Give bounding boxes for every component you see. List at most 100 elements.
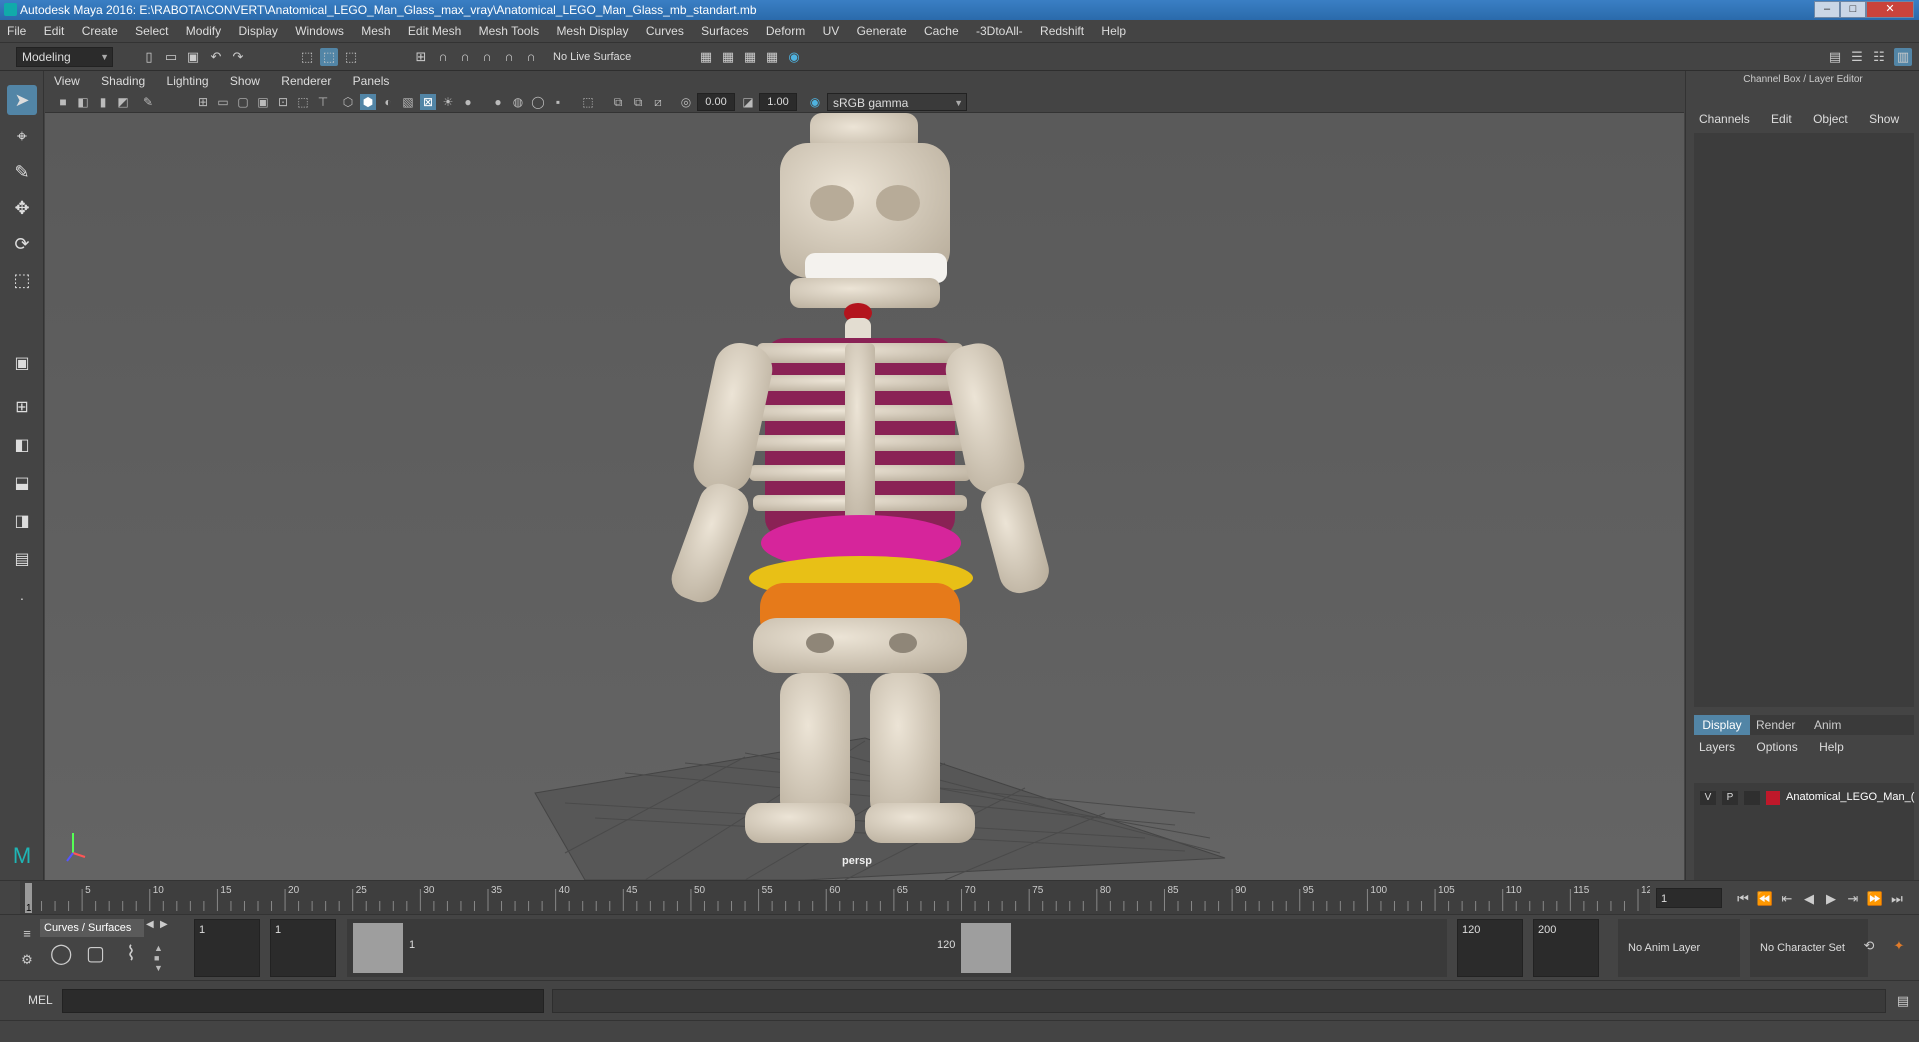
anim-prefs-icon[interactable]: ✦ [1890,937,1908,955]
persp-outliner-layout-icon[interactable]: ◨ [7,507,37,537]
paint-select-icon[interactable]: ✎ [7,157,37,187]
go-to-end-icon[interactable]: ⏭ [1888,890,1906,908]
menu-create[interactable]: Create [75,20,125,43]
menu-cache[interactable]: Cache [917,20,966,43]
animation-end-field[interactable]: 200 [1533,919,1599,977]
undo-icon[interactable]: ↶ [207,48,225,66]
time-slider[interactable]: 5 10 15 20 25 30 35 40 45 50 55 60 65 70 75 80 85 90 95 100… [0,880,1919,915]
range-start-handle[interactable] [353,923,403,973]
menu-modify[interactable]: Modify [179,20,228,43]
grid-toggle-icon[interactable]: ⊞ [195,94,211,110]
exposure-field[interactable]: 0.00 [697,93,735,111]
move-tool-icon[interactable]: ✥ [7,193,37,223]
shadows-icon[interactable]: ● [460,94,476,110]
redo-icon[interactable]: ↷ [229,48,247,66]
xray-icon[interactable]: ⊠ [420,94,436,110]
motion-blur-icon[interactable]: ◍ [510,94,526,110]
auto-key-icon[interactable]: ⟲ [1860,937,1878,955]
menu-surfaces[interactable]: Surfaces [694,20,755,43]
layer-row[interactable]: V P Anatomical_LEGO_Man_( [1694,789,1914,807]
camera-attributes-icon[interactable]: ◧ [75,94,91,110]
shelf-tab-prev-icon[interactable]: ◀ [146,919,154,930]
layer-playback-toggle[interactable]: P [1722,791,1738,805]
step-forward-frame-icon[interactable]: ⇥ [1844,890,1862,908]
isolate-select-icon[interactable]: ⬚ [580,94,596,110]
script-editor-icon[interactable]: ▤ [1894,992,1912,1010]
command-input[interactable] [62,989,544,1013]
persp-hypershade-layout-icon[interactable]: ▤ [7,545,37,575]
outliner-layout-icon[interactable]: · [7,583,37,613]
layer-visibility-toggle[interactable]: V [1700,791,1716,805]
mode-dropdown[interactable]: Modeling ▼ [16,47,113,67]
textured-icon[interactable]: ▧ [400,94,416,110]
range-end-handle[interactable] [961,923,1011,973]
resolution-gate-icon[interactable]: ▢ [235,94,251,110]
color-space-dropdown[interactable]: sRGB gamma ▼ [827,93,967,111]
display-tab[interactable]: Display [1694,715,1750,735]
play-forwards-icon[interactable]: ▶ [1822,890,1840,908]
menu-curves[interactable]: Curves [639,20,691,43]
open-scene-icon[interactable]: ▭ [162,48,180,66]
character-set-dropdown[interactable]: No Character Set [1750,919,1868,977]
options-menu[interactable]: Options [1747,739,1806,755]
side-by-side-layout-icon[interactable]: ◧ [7,431,37,461]
vp-menu-show[interactable]: Show [221,71,269,91]
color-management-icon[interactable]: ◉ [807,94,823,110]
snap-point-icon[interactable]: ∩ [456,48,474,66]
menu-display[interactable]: Display [231,20,284,43]
range-slider-track[interactable]: 1 120 [347,919,1447,977]
menu-edit-mesh[interactable]: Edit Mesh [401,20,468,43]
anim-layer-dropdown[interactable]: No Anim Layer [1618,919,1740,977]
current-frame-field[interactable]: 1 [1656,888,1722,908]
menu-mesh[interactable]: Mesh [354,20,397,43]
object-tab[interactable]: Object [1804,111,1857,127]
gamma-icon[interactable]: ◪ [740,94,756,110]
camera-select-icon[interactable]: ■ [55,94,71,110]
menu-3dtoall[interactable]: -3DtoAll- [969,20,1030,43]
menu-windows[interactable]: Windows [288,20,351,43]
safe-action-icon[interactable]: ⬚ [295,94,311,110]
snap-surface-icon[interactable]: ∩ [500,48,518,66]
channels-tab[interactable]: Channels [1690,111,1759,127]
menu-edit[interactable]: Edit [37,20,72,43]
menu-deform[interactable]: Deform [759,20,812,43]
safe-title-icon[interactable]: ⊤ [315,94,331,110]
persp-graph-layout-icon[interactable]: ⬓ [7,469,37,499]
anti-alias-icon[interactable]: ◯ [530,94,546,110]
select-tool-icon[interactable]: ➤ [7,85,37,115]
render-current-icon[interactable]: ▦ [697,48,715,66]
edit-tab[interactable]: Edit [1762,111,1801,127]
backface-icon[interactable]: ⧄ [650,94,666,110]
live-surface-field[interactable]: No Live Surface [553,48,643,66]
smooth-shade-icon[interactable]: ⬢ [360,94,376,110]
default-lighting-icon[interactable]: ◐ [380,94,396,110]
menu-help[interactable]: Help [1094,20,1133,43]
help-menu[interactable]: Help [1810,739,1853,755]
menu-select[interactable]: Select [128,20,175,43]
xray-joints-icon[interactable]: ⧉ [610,94,626,110]
field-chart-icon[interactable]: ⊡ [275,94,291,110]
command-language-label[interactable]: MEL [28,993,53,1007]
go-to-start-icon[interactable]: ⏮ [1734,890,1752,908]
animation-start-field[interactable]: 1 [194,919,260,977]
show-tab[interactable]: Show [1860,111,1908,127]
layer-color-swatch[interactable] [1766,791,1780,805]
circle-curve-icon[interactable]: ◯ [50,944,72,964]
four-view-layout-icon[interactable]: ⊞ [7,393,37,423]
step-back-key-icon[interactable]: ⏪ [1756,890,1774,908]
select-hierarchy-icon[interactable]: ⬚ [298,48,316,66]
depth-of-field-icon[interactable]: ▪ [550,94,566,110]
film-gate-icon[interactable]: ▭ [215,94,231,110]
vp-menu-renderer[interactable]: Renderer [272,71,340,91]
shelf-settings-icon[interactable]: ⚙ [18,951,36,969]
snap-live-icon[interactable]: ∩ [522,48,540,66]
select-object-icon[interactable]: ⬚ [320,48,338,66]
square-curve-icon[interactable]: ▢ [86,944,105,964]
use-all-lights-icon[interactable]: ☀ [440,94,456,110]
playback-start-field[interactable]: 1 [270,919,336,977]
shelf-tab-curves-surfaces[interactable]: Curves / Surfaces [40,919,144,937]
lasso-tool-icon[interactable]: ⌖ [7,121,37,151]
close-button[interactable]: ✕ [1866,1,1914,18]
shelf-menu-icon[interactable]: ≡ [18,925,36,943]
anim-tab[interactable]: Anim [1814,715,1841,735]
